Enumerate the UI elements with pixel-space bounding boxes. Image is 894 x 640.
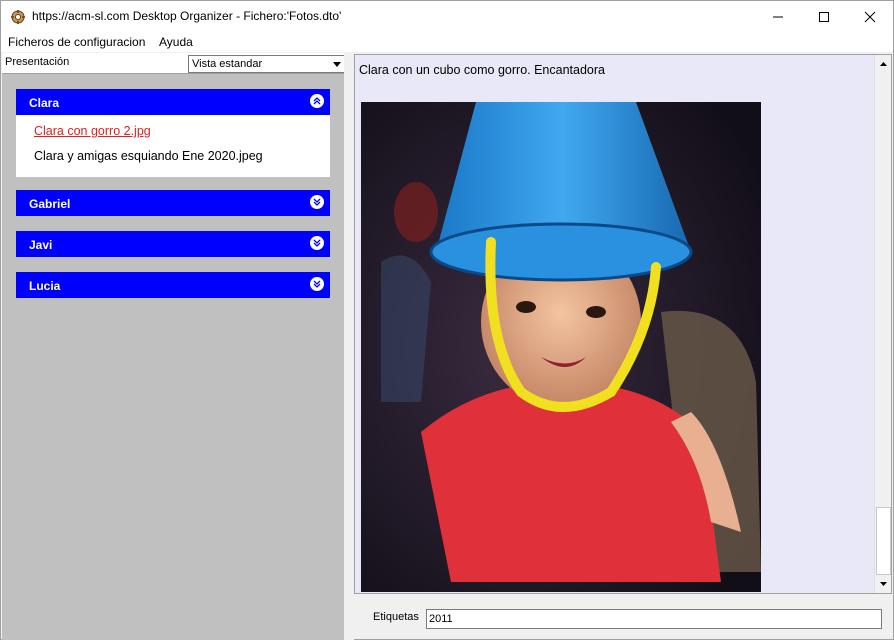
presentation-row: Presentación Vista estandar: [2, 53, 346, 74]
maximize-button[interactable]: [801, 1, 847, 32]
minimize-icon: [773, 16, 783, 17]
app-icon: [11, 10, 25, 24]
chevron-down-double-icon[interactable]: [310, 236, 324, 250]
group-label: Lucia: [29, 279, 61, 293]
view-select-value: Vista estandar: [192, 58, 263, 70]
dropdown-arrow-icon[interactable]: [329, 56, 345, 72]
menu-ficheros[interactable]: Ficheros de configuracion: [8, 35, 145, 49]
group-header-lucia[interactable]: Lucia: [16, 272, 330, 298]
scroll-up-icon[interactable]: [875, 55, 892, 72]
group-label: Javi: [29, 238, 53, 252]
panel-splitter[interactable]: [344, 53, 354, 640]
tags-input[interactable]: [426, 609, 882, 629]
presentation-label: Presentación: [5, 56, 70, 68]
chevron-down-double-icon[interactable]: [310, 195, 324, 209]
menu-bar: Ficheros de configuracion Ayuda: [1, 32, 893, 52]
menu-ayuda[interactable]: Ayuda: [159, 35, 193, 49]
minimize-button[interactable]: [755, 1, 801, 32]
viewer-panel: Clara con un cubo como gorro. Encantador…: [354, 54, 892, 594]
group-header-gabriel[interactable]: Gabriel: [16, 190, 330, 216]
chevron-down-double-icon[interactable]: [310, 277, 324, 291]
photo-caption: Clara con un cubo como gorro. Encantador…: [359, 63, 605, 77]
file-link-clara-amigas[interactable]: Clara y amigas esquiando Ene 2020.jpeg: [34, 149, 263, 163]
photo-image: [361, 102, 761, 592]
group-label: Clara: [29, 96, 60, 110]
file-link-clara-gorro[interactable]: Clara con gorro 2.jpg: [34, 124, 151, 138]
app-window: https://acm-sl.com Desktop Organizer - F…: [0, 0, 894, 640]
chevron-up-double-icon[interactable]: [310, 94, 324, 108]
vertical-scrollbar[interactable]: [874, 55, 891, 593]
view-select[interactable]: Vista estandar: [188, 55, 346, 73]
group-header-clara[interactable]: Clara: [16, 89, 330, 115]
scrollbar-thumb[interactable]: [876, 507, 891, 575]
title-bar[interactable]: https://acm-sl.com Desktop Organizer - F…: [1, 1, 893, 32]
close-button[interactable]: [847, 1, 893, 32]
group-body-clara: Clara con gorro 2.jpg Clara y amigas esq…: [16, 115, 330, 177]
window-title: https://acm-sl.com Desktop Organizer - F…: [32, 9, 342, 23]
maximize-icon: [819, 11, 829, 22]
group-label: Gabriel: [29, 197, 71, 211]
close-icon: [864, 11, 876, 22]
left-panel: Presentación Vista estandar Clara Clara …: [2, 53, 346, 640]
scroll-down-icon[interactable]: [875, 575, 892, 592]
tags-label: Etiquetas: [373, 611, 419, 623]
group-header-javi[interactable]: Javi: [16, 231, 330, 257]
